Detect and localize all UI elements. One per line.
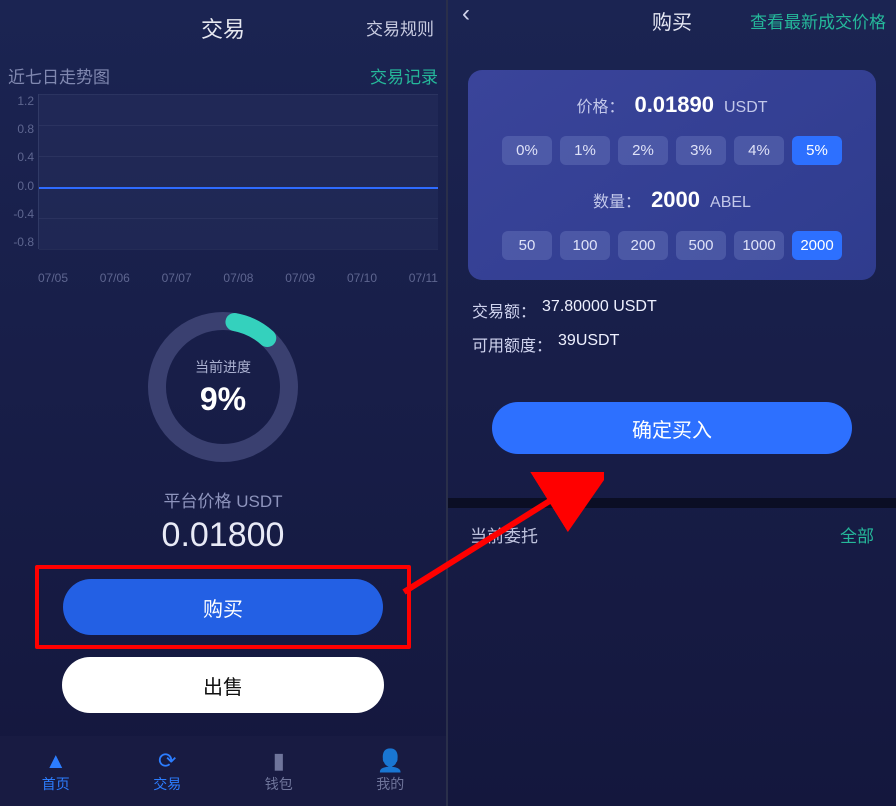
home-icon: ▲ (45, 748, 67, 774)
qty-100[interactable]: 100 (560, 231, 610, 260)
pct-2[interactable]: 2% (618, 136, 668, 165)
qty-1000[interactable]: 1000 (734, 231, 784, 260)
pct-1[interactable]: 1% (560, 136, 610, 165)
rules-link[interactable]: 交易规则 (366, 15, 434, 40)
nav-label: 交易 (153, 774, 181, 794)
y-tick: 0.8 (8, 122, 34, 136)
y-tick: 0.4 (8, 150, 34, 164)
y-tick: 1.2 (8, 94, 34, 108)
header: ‹ 购买 查看最新成交价格 (448, 0, 896, 40)
trend-chart: 1.2 0.8 0.4 0.0 -0.4 -0.8 (8, 94, 438, 269)
y-tick: 0.0 (8, 179, 34, 193)
qty-50[interactable]: 50 (502, 231, 552, 260)
amount-line: 交易额： 37.80000 USDT (472, 298, 872, 322)
trade-icon: ⟳ (158, 748, 176, 774)
percent-pills: 0% 1% 2% 3% 4% 5% (482, 136, 862, 165)
price-value: 0.01890 (634, 92, 714, 118)
pct-4[interactable]: 4% (734, 136, 784, 165)
qty-row: 数量： 2000 ABEL (482, 187, 862, 213)
progress-donut: 当前进度 9% (143, 307, 303, 467)
qty-pills: 50 100 200 500 1000 2000 (482, 231, 862, 260)
x-tick: 07/09 (285, 271, 315, 285)
x-tick: 07/07 (162, 271, 192, 285)
nav-wallet[interactable]: ▮ 钱包 (223, 736, 335, 806)
nav-label: 首页 (42, 774, 70, 794)
profile-icon: 👤 (377, 748, 404, 774)
page-title: 交易 (201, 12, 245, 44)
y-axis: 1.2 0.8 0.4 0.0 -0.4 -0.8 (8, 94, 38, 249)
y-tick: -0.4 (8, 207, 34, 221)
confirm-buy-button[interactable]: 确定买入 (492, 402, 852, 454)
amount-value: 37.80000 USDT (542, 298, 657, 322)
nav-home[interactable]: ▲ 首页 (0, 736, 112, 806)
buy-button[interactable]: 购买 (63, 579, 383, 635)
nav-profile[interactable]: 👤 我的 (335, 736, 447, 806)
nav-label: 钱包 (265, 774, 293, 794)
qty-unit: ABEL (710, 194, 751, 212)
chart-line (39, 187, 438, 189)
qty-200[interactable]: 200 (618, 231, 668, 260)
header: 交易 交易规则 (0, 0, 446, 55)
pct-0[interactable]: 0% (502, 136, 552, 165)
x-tick: 07/11 (409, 271, 438, 285)
x-tick: 07/08 (223, 271, 253, 285)
sell-button[interactable]: 出售 (62, 657, 384, 713)
back-icon[interactable]: ‹ (462, 0, 470, 28)
available-value: 39USDT (558, 332, 619, 356)
divider (448, 498, 896, 508)
price-unit: USDT (724, 99, 768, 117)
bottom-nav: ▲ 首页 ⟳ 交易 ▮ 钱包 👤 我的 (0, 736, 446, 806)
pct-5[interactable]: 5% (792, 136, 842, 165)
x-tick: 07/06 (100, 271, 130, 285)
latest-price-link[interactable]: 查看最新成交价格 (750, 8, 886, 33)
nav-label: 我的 (376, 774, 404, 794)
order-card: 价格： 0.01890 USDT 0% 1% 2% 3% 4% 5% 数量： 2… (468, 70, 876, 280)
amount-label: 交易额： (472, 298, 536, 322)
all-link[interactable]: 全部 (840, 522, 874, 547)
annotation-highlight: 购买 (35, 565, 411, 649)
available-label: 可用额度： (472, 332, 552, 356)
pct-3[interactable]: 3% (676, 136, 726, 165)
history-link[interactable]: 交易记录 (370, 63, 438, 88)
nav-trade[interactable]: ⟳ 交易 (112, 736, 224, 806)
price-row: 价格： 0.01890 USDT (482, 92, 862, 118)
available-line: 可用额度： 39USDT (472, 332, 872, 356)
price-value: 0.01800 (0, 516, 446, 555)
orders-section: 当前委托 全部 (448, 508, 896, 561)
y-tick: -0.8 (8, 235, 34, 249)
progress-donut-wrap: 当前进度 9% (0, 307, 446, 467)
x-axis: 07/05 07/06 07/07 07/08 07/09 07/10 07/1… (38, 271, 438, 285)
trend-heading: 近七日走势图 (8, 63, 110, 88)
price-label: 平台价格 USDT (0, 487, 446, 512)
trade-screen: 交易 交易规则 近七日走势图 交易记录 1.2 0.8 0.4 0.0 -0.4… (0, 0, 448, 806)
qty-500[interactable]: 500 (676, 231, 726, 260)
orders-label: 当前委托 (470, 522, 538, 547)
buy-screen: ‹ 购买 查看最新成交价格 价格： 0.01890 USDT 0% 1% 2% … (448, 0, 896, 806)
x-tick: 07/05 (38, 271, 68, 285)
subheader: 近七日走势图 交易记录 (0, 55, 446, 90)
chart-area (38, 94, 438, 249)
price-label: 价格： (576, 93, 624, 117)
qty-label: 数量： (593, 188, 641, 212)
wallet-icon: ▮ (273, 748, 285, 774)
qty-value: 2000 (651, 187, 700, 213)
x-tick: 07/10 (347, 271, 377, 285)
qty-2000[interactable]: 2000 (792, 231, 842, 260)
